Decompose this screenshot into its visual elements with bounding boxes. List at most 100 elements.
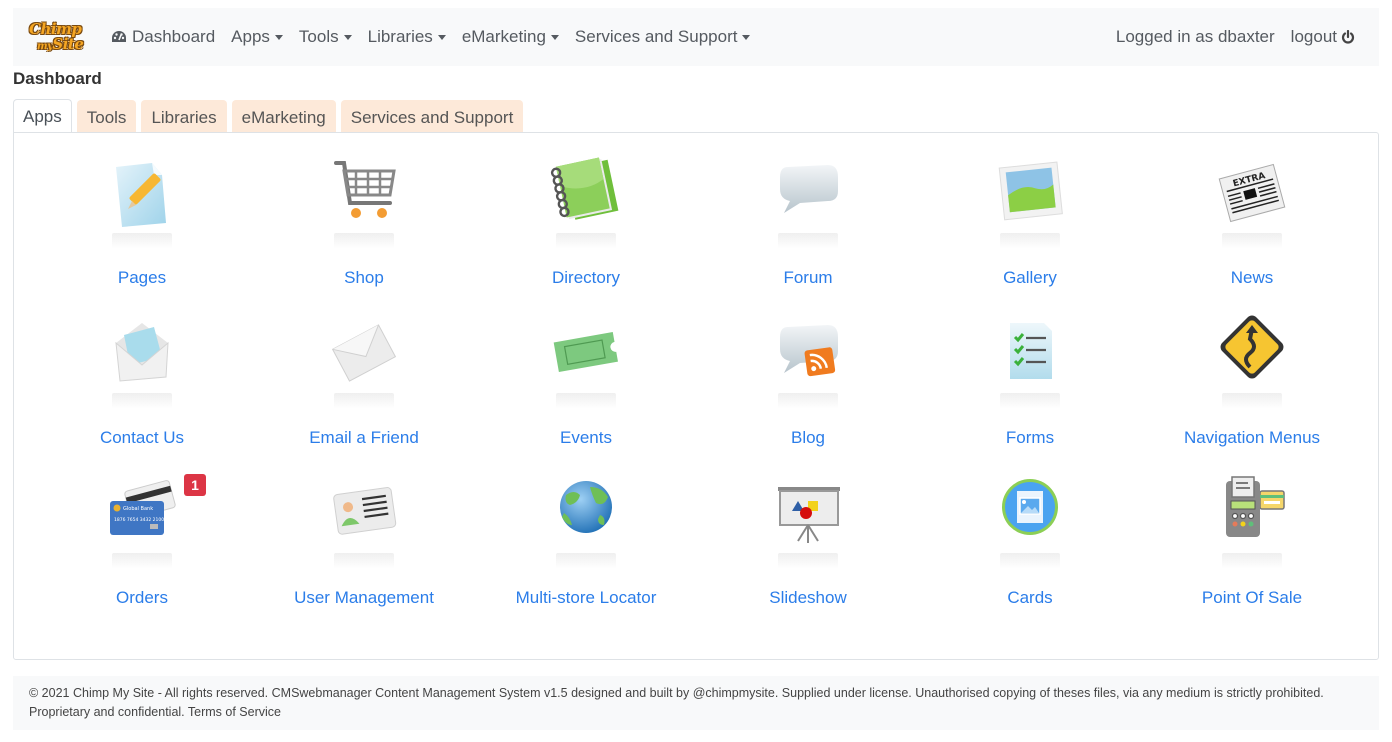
logo-text-small: my: [37, 41, 53, 52]
app-label: Point Of Sale: [1201, 588, 1303, 607]
app-label: Contact Us: [99, 428, 185, 447]
user-area: Logged in as dbaxter logout: [1100, 27, 1355, 47]
nav-emarketing-dropdown[interactable]: eMarketing: [462, 27, 559, 47]
app-user-management[interactable]: User Management: [253, 473, 475, 633]
app-shop[interactable]: Shop: [253, 153, 475, 313]
app-orders[interactable]: Global Bank 1876 7654 3432 2100 1 Orders: [31, 473, 253, 633]
section-tabs: Apps Tools Libraries eMarketing Services…: [13, 99, 528, 133]
app-label: Cards: [1007, 588, 1053, 607]
app-directory[interactable]: Directory: [475, 153, 697, 313]
nav-tools-label: Tools: [298, 27, 339, 46]
id-card-icon: [333, 487, 397, 535]
ticket-icon: [553, 332, 618, 372]
caret-down-icon: [742, 34, 751, 40]
dashboard-icon: [112, 31, 126, 42]
logout-link[interactable]: logout: [1291, 27, 1355, 47]
icon-reflection: [778, 553, 838, 569]
image-card-icon: [1002, 479, 1058, 535]
apps-grid: Pages Shop Directory Forum Gallery EXTRA…: [31, 153, 1363, 633]
app-label: Pages: [117, 268, 167, 287]
nav-apps-dropdown[interactable]: Apps: [231, 27, 283, 47]
tab-tools[interactable]: Tools: [76, 100, 137, 133]
app-label: Events: [560, 428, 612, 447]
icon-reflection: [778, 393, 838, 409]
nav-libraries-label: Libraries: [367, 27, 433, 46]
tab-apps[interactable]: Apps: [13, 99, 72, 133]
tab-services-support[interactable]: Services and Support: [340, 100, 524, 133]
tab-libraries[interactable]: Libraries: [141, 100, 227, 133]
presentation-board-icon: [778, 487, 840, 543]
nav-tools-dropdown[interactable]: Tools: [299, 27, 352, 47]
svg-text:Global Bank: Global Bank: [123, 506, 153, 512]
notebook-icon: [550, 157, 619, 220]
icon-reflection: [1000, 393, 1060, 409]
app-email-a-friend[interactable]: Email a Friend: [253, 313, 475, 473]
icon-reflection: [778, 233, 838, 249]
app-contact-us[interactable]: Contact Us: [31, 313, 253, 473]
app-label: Blog: [790, 428, 826, 447]
app-label: Gallery: [1003, 268, 1057, 287]
app-events[interactable]: Events: [475, 313, 697, 473]
credit-card-icon: Global Bank 1876 7654 3432 2100: [110, 480, 176, 535]
icon-reflection: [556, 233, 616, 249]
page-footer: © 2021 Chimp My Site - All rights reserv…: [13, 676, 1379, 730]
icon-reflection: [1000, 553, 1060, 569]
shopping-cart-icon: [334, 161, 396, 218]
nav-libraries-dropdown[interactable]: Libraries: [368, 27, 446, 47]
app-forum[interactable]: Forum: [697, 153, 919, 313]
main-nav: Dashboard Apps Tools Libraries eMarketin…: [111, 27, 766, 47]
chimp-my-site-logo[interactable]: Chimp mySite: [27, 20, 89, 54]
app-label: Multi-store Locator: [515, 588, 657, 607]
icon-reflection: [112, 233, 172, 249]
icon-reflection: [1000, 233, 1060, 249]
power-icon: [1341, 30, 1355, 44]
nav-services-support-dropdown[interactable]: Services and Support: [575, 27, 751, 47]
icon-reflection: [556, 553, 616, 569]
app-label: Orders: [116, 588, 168, 607]
logo-text-line2: mySite: [37, 35, 84, 53]
open-envelope-icon: [115, 323, 169, 382]
app-label: Forum: [783, 268, 833, 287]
orders-count-badge: 1: [184, 474, 206, 496]
page-title: Dashboard: [13, 69, 102, 88]
envelope-icon: [331, 324, 397, 382]
tab-emarketing[interactable]: eMarketing: [231, 100, 336, 133]
app-label: Directory: [551, 268, 620, 287]
app-slideshow[interactable]: Slideshow: [697, 473, 919, 633]
caret-down-icon: [274, 34, 283, 40]
speech-bubble-icon: [780, 165, 838, 213]
app-label: Email a Friend: [309, 428, 419, 447]
icon-reflection: [1222, 393, 1282, 409]
icon-reflection: [556, 393, 616, 409]
app-label: Forms: [1005, 428, 1055, 447]
app-label: Navigation Menus: [1183, 428, 1321, 447]
nav-dashboard[interactable]: Dashboard: [111, 27, 215, 47]
icon-reflection: [1222, 233, 1282, 249]
picture-icon: [998, 161, 1063, 221]
top-navbar: Chimp mySite Dashboard Apps Tools Librar…: [13, 8, 1379, 66]
app-gallery[interactable]: Gallery: [919, 153, 1141, 313]
icon-reflection: [112, 393, 172, 409]
icon-reflection: [334, 393, 394, 409]
caret-down-icon: [343, 34, 352, 40]
logged-in-user: Logged in as dbaxter: [1115, 27, 1275, 46]
pages-icon: [116, 163, 166, 227]
app-multi-store-locator[interactable]: Multi-store Locator: [475, 473, 697, 633]
app-pages[interactable]: Pages: [31, 153, 253, 313]
caret-down-icon: [550, 34, 559, 40]
app-blog[interactable]: Blog: [697, 313, 919, 473]
checklist-icon: [1010, 323, 1052, 379]
caret-down-icon: [437, 34, 446, 40]
icon-reflection: [112, 553, 172, 569]
rss-bubble-icon: [780, 325, 838, 377]
app-news[interactable]: EXTRA News: [1141, 153, 1363, 313]
app-forms[interactable]: Forms: [919, 313, 1141, 473]
app-navigation-menus[interactable]: Navigation Menus: [1141, 313, 1363, 473]
app-point-of-sale[interactable]: Point Of Sale: [1141, 473, 1363, 633]
app-label: News: [1230, 268, 1274, 287]
terms-of-service-link[interactable]: Terms of Service: [188, 705, 281, 719]
payment-terminal-icon: [1226, 476, 1285, 537]
app-cards[interactable]: Cards: [919, 473, 1141, 633]
app-label: Shop: [344, 268, 384, 287]
icon-reflection: [334, 553, 394, 569]
